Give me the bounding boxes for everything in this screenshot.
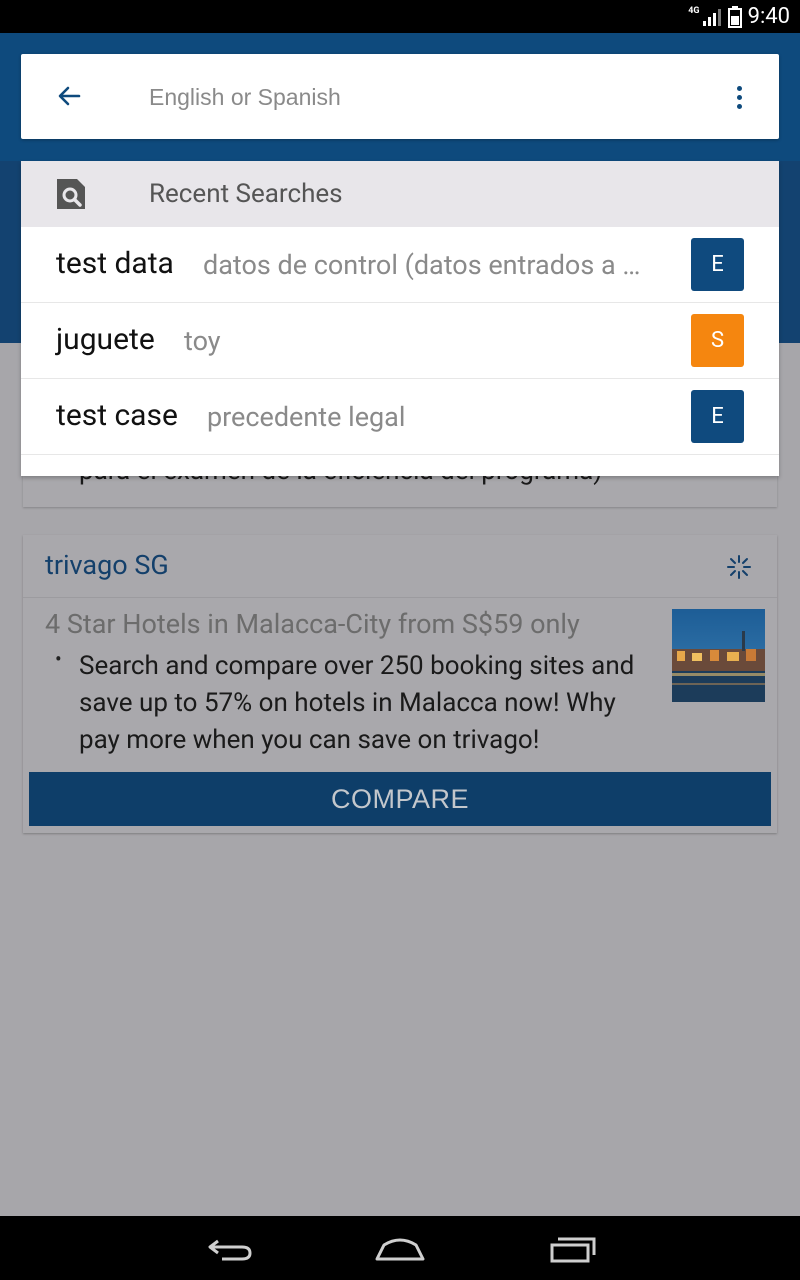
ad-card[interactable]: trivago SG 4 Star Hotels in Malacca-City… — [23, 535, 777, 833]
compare-button[interactable]: COMPARE — [29, 772, 771, 826]
translation: precedente legal — [207, 401, 406, 433]
history-search-icon — [57, 179, 85, 209]
loading-spinner-icon — [727, 555, 751, 579]
nav-home-icon[interactable] — [370, 1232, 430, 1266]
ad-headline[interactable]: 4 Star Hotels in Malacca-City from S$59 … — [45, 608, 580, 640]
search-term: test data — [56, 246, 174, 281]
signal-icon — [702, 9, 721, 26]
translation: datos de control (datos entrados a … — [203, 249, 641, 281]
search-input[interactable] — [149, 78, 669, 116]
bullet: • — [55, 647, 62, 671]
translation: toy — [184, 325, 221, 357]
recent-searches-header: Recent Searches — [21, 161, 779, 227]
ad-brand: trivago SG — [45, 549, 169, 581]
nav-back-icon[interactable] — [200, 1232, 260, 1266]
back-arrow-icon[interactable] — [53, 80, 85, 112]
status-bar: 4G 9:40 — [0, 0, 800, 33]
search-term: test case — [56, 398, 178, 433]
language-badge: E — [691, 390, 744, 443]
recent-search-item[interactable]: test case precedente legal E — [21, 379, 779, 455]
ad-thumbnail-image[interactable] — [672, 609, 765, 702]
more-options-icon[interactable] — [725, 78, 753, 116]
recent-search-item[interactable]: juguete toy S — [21, 303, 779, 379]
search-term: juguete — [56, 322, 155, 357]
language-badge: S — [691, 314, 744, 367]
language-badge: E — [691, 238, 744, 291]
ad-description: Search and compare over 250 booking site… — [79, 651, 635, 755]
recent-searches-dropdown: Recent Searches test data datos de contr… — [21, 161, 779, 476]
divider — [23, 597, 777, 598]
status-time: 9:40 — [747, 4, 790, 29]
recent-searches-title: Recent Searches — [149, 179, 343, 209]
search-bar — [21, 54, 779, 139]
battery-icon — [727, 6, 742, 28]
system-nav-bar — [0, 1216, 800, 1280]
recent-search-item[interactable]: test data datos de control (datos entrad… — [21, 227, 779, 303]
network-type-label: 4G — [688, 6, 700, 16]
nav-recents-icon[interactable] — [542, 1232, 602, 1266]
